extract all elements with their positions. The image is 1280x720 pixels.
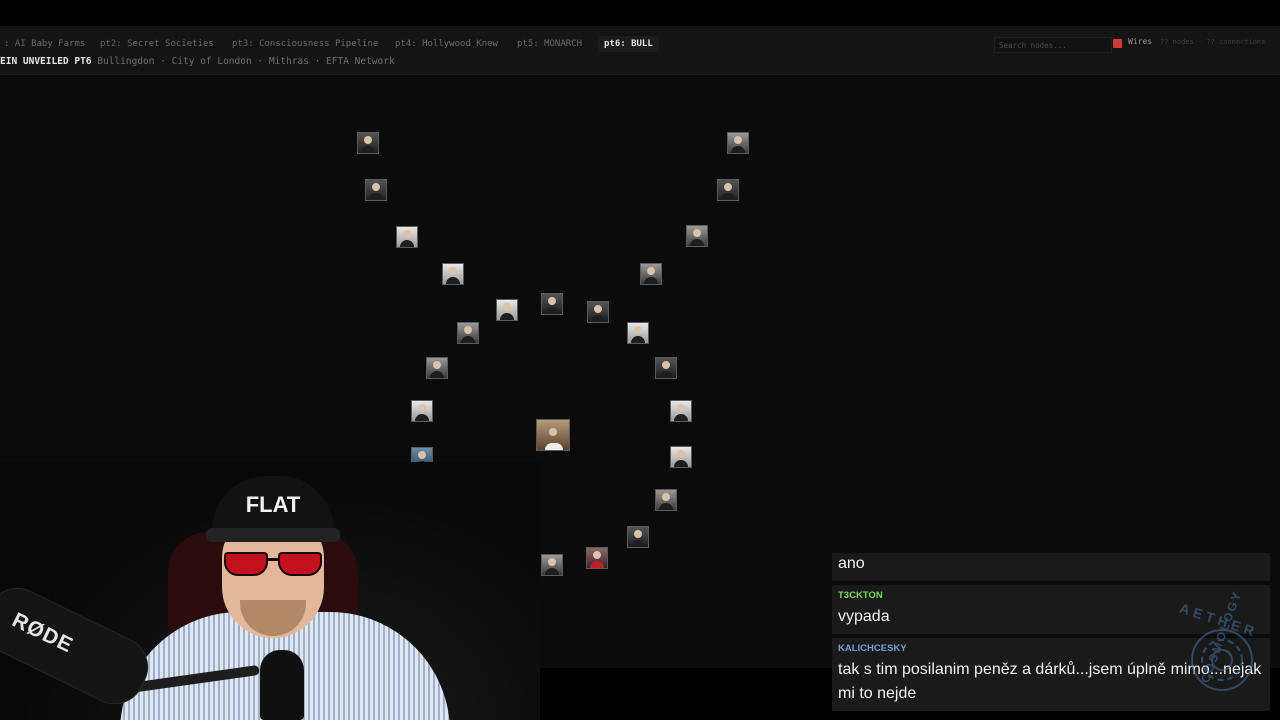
graph-node[interactable]	[727, 132, 749, 154]
graph-node[interactable]	[536, 419, 570, 451]
chat-username: T3CKTON	[838, 590, 883, 601]
chat-message-text: ano	[838, 555, 865, 572]
graph-node[interactable]	[717, 179, 739, 201]
aether-cosmology-logo: AETHER COSMOLOGY	[1178, 589, 1264, 706]
graph-node[interactable]	[655, 489, 677, 511]
tab-pt6[interactable]: pt6: BULL	[598, 36, 659, 52]
node-counts: ?? nodes · ?? connections	[1160, 38, 1266, 46]
graph-node[interactable]	[627, 526, 649, 548]
graph-node[interactable]	[655, 357, 677, 379]
graph-node[interactable]	[426, 357, 448, 379]
glasses-lens-right	[278, 552, 322, 576]
mic-brand-label: RØDE	[8, 608, 77, 658]
graph-node[interactable]	[411, 400, 433, 422]
wires-checkbox[interactable]	[1113, 39, 1122, 48]
chat-message: ano	[832, 553, 1270, 581]
graph-node[interactable]	[670, 400, 692, 422]
cap-text: FLAT	[245, 492, 301, 517]
tab-pt4[interactable]: pt4: Hollywood Knew	[389, 36, 504, 52]
tab-pt2[interactable]: pt2: Secret Societies	[94, 36, 220, 52]
cap-brim	[206, 528, 340, 542]
page-title: EIN UNVEILED PT6 Bullingdon · City of Lo…	[0, 56, 395, 67]
chat-username: KALICHCESKY	[838, 643, 907, 654]
search-input[interactable]	[994, 37, 1112, 53]
graph-node[interactable]	[496, 299, 518, 321]
wires-label: Wires	[1128, 37, 1153, 46]
graph-node[interactable]	[686, 225, 708, 247]
graph-node[interactable]	[396, 226, 418, 248]
glasses-lens-left	[224, 552, 268, 576]
graph-node[interactable]	[627, 322, 649, 344]
page-title-sub: Bullingdon · City of London · Mithras · …	[97, 56, 395, 67]
tab-pt3[interactable]: pt3: Consciousness Pipeline	[226, 36, 384, 52]
graph-node[interactable]	[670, 446, 692, 468]
page-title-main: EIN UNVEILED PT6	[0, 56, 92, 67]
webcam-overlay: FLAT RØDE	[0, 462, 540, 720]
graph-node[interactable]	[357, 132, 379, 154]
graph-node[interactable]	[587, 301, 609, 323]
graph-node[interactable]	[586, 547, 608, 569]
tab-pt5[interactable]: pt5: MONARCH	[511, 36, 588, 52]
tab-bar: : AI Baby Farms pt2: Secret Societies pt…	[0, 26, 1280, 75]
tab-pt1[interactable]: : AI Baby Farms	[0, 36, 91, 52]
graph-node[interactable]	[365, 179, 387, 201]
graph-node[interactable]	[457, 322, 479, 344]
red-glasses	[224, 552, 322, 578]
graph-node[interactable]	[640, 263, 662, 285]
graph-node[interactable]	[541, 554, 563, 576]
graph-node[interactable]	[541, 293, 563, 315]
graph-node[interactable]	[442, 263, 464, 285]
microphone-clip	[260, 650, 304, 720]
